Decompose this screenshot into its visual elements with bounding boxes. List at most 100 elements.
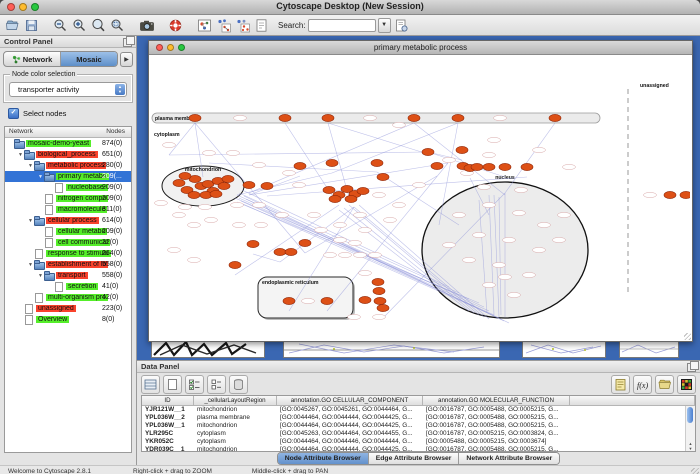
network-edge[interactable] — [377, 172, 459, 225]
attribute-select-button[interactable] — [141, 375, 160, 394]
network-node-label[interactable] — [163, 142, 176, 147]
window-resize-grip[interactable] — [684, 333, 691, 340]
network-node[interactable] — [483, 163, 495, 170]
network-node-label[interactable] — [339, 252, 352, 257]
network-node-label[interactable] — [173, 212, 186, 217]
tree-expander-icon[interactable]: ▼ — [27, 262, 34, 268]
snapshot-button[interactable] — [138, 17, 155, 34]
network-node-label[interactable] — [483, 202, 496, 207]
network-node[interactable] — [218, 182, 230, 189]
network-node-label[interactable] — [393, 202, 406, 207]
network-node[interactable] — [549, 114, 561, 121]
network-node[interactable] — [261, 182, 273, 189]
network-node[interactable] — [422, 148, 434, 155]
app-titlebar[interactable]: Cytoscape Desktop (New Session) — [0, 0, 700, 15]
tree-row[interactable]: unassigned223(0) — [5, 303, 131, 314]
network-node-label[interactable] — [283, 170, 296, 175]
tree-row[interactable]: nucleobase-209(0) — [5, 182, 131, 193]
select-nodes-checkbox[interactable]: ✓ — [8, 108, 19, 119]
tab-mosaic[interactable]: Mosaic — [60, 52, 117, 66]
network-edge[interactable] — [249, 123, 414, 193]
network-node[interactable] — [279, 114, 291, 121]
network-edge[interactable] — [328, 123, 428, 154]
table-row[interactable]: YPL036W__1mitochondrion[GO:0044464, GO:0… — [142, 422, 695, 430]
network-node[interactable] — [299, 239, 311, 246]
network-node-label[interactable] — [334, 237, 347, 242]
table-row[interactable]: YPL036W__2plasma membrane[GO:0044464, GO… — [142, 414, 695, 422]
column-header[interactable]: annotation.GO CELLULAR_COMPONENT — [277, 396, 423, 406]
tree-row[interactable]: ▼cellular process614(0) — [5, 215, 131, 226]
tree-expander-icon[interactable]: ▼ — [37, 174, 44, 180]
tree-row[interactable]: ▼metabolic process280(0) — [5, 160, 131, 171]
tree-row[interactable]: response to stimulu264(0) — [5, 248, 131, 259]
tree-row[interactable]: Overview8(0) — [5, 314, 131, 325]
network-node-label[interactable] — [364, 115, 377, 120]
scrollbar-arrows[interactable]: ▲▼ — [686, 441, 695, 451]
tree-row[interactable]: cellular metabo209(0) — [5, 226, 131, 237]
network-node-label[interactable] — [276, 212, 289, 217]
background-window-fragment[interactable] — [283, 340, 500, 358]
table-row[interactable]: YDR039C__1mitochondrion[GO:0044464, GO:0… — [142, 446, 695, 452]
tab-edge-attribute-browser[interactable]: Edge Attribute Browser — [368, 453, 459, 464]
network-node-label[interactable] — [203, 150, 216, 155]
select-all-attributes-button[interactable] — [185, 375, 204, 394]
network-node-label[interactable] — [563, 164, 576, 169]
tree-row[interactable]: ▼establishment of lo558(0) — [5, 259, 131, 270]
network-node-label[interactable] — [354, 212, 367, 217]
zoom-fit-button[interactable] — [90, 17, 107, 34]
network-node-label[interactable] — [553, 237, 566, 242]
delete-attribute-button[interactable] — [229, 375, 248, 394]
network-node[interactable] — [374, 297, 386, 304]
table-row[interactable]: YJR121W__1mitochondrion[GO:0045267, GO:0… — [142, 406, 695, 414]
save-session-button[interactable] — [23, 17, 40, 34]
network-node[interactable] — [372, 278, 384, 285]
float-panel-icon[interactable] — [123, 38, 132, 47]
zoom-out-button[interactable] — [52, 17, 69, 34]
zoom-in-button[interactable] — [71, 17, 88, 34]
search-input[interactable] — [308, 19, 376, 32]
network-edge[interactable] — [253, 254, 280, 262]
network-node-label[interactable] — [308, 212, 321, 217]
app-resize-grip[interactable] — [691, 468, 699, 474]
tree-expander-icon[interactable]: ▼ — [27, 163, 34, 169]
network-node[interactable] — [408, 114, 420, 121]
formula-button[interactable]: f(x) — [633, 375, 652, 394]
tree-expander-icon[interactable]: ▼ — [37, 273, 44, 279]
tree-expander-icon[interactable]: ▼ — [17, 152, 24, 158]
network-node-label[interactable] — [334, 222, 347, 227]
search-dropdown-button[interactable]: ▼ — [378, 18, 391, 33]
network-node-label[interactable] — [493, 262, 506, 267]
attribute-batch-button[interactable] — [611, 375, 630, 394]
network-node[interactable] — [680, 191, 690, 198]
network-node-label[interactable] — [473, 232, 486, 237]
network-node-label[interactable] — [188, 257, 201, 262]
zoom-selected-button[interactable] — [109, 17, 126, 34]
import-attributes-button[interactable] — [655, 375, 674, 394]
network-node-label[interactable] — [227, 150, 240, 155]
tree-row[interactable]: ▼biological_process651(0) — [5, 149, 131, 160]
network-node-label[interactable] — [483, 282, 496, 287]
network-node-label[interactable] — [373, 314, 386, 319]
network-node[interactable] — [359, 296, 371, 303]
network-node[interactable] — [377, 304, 389, 311]
network-node[interactable] — [189, 114, 201, 121]
network-view-window[interactable]: primary metabolic process plasma membran… — [148, 40, 693, 342]
network-node-label[interactable] — [513, 210, 526, 215]
network-node-label[interactable] — [443, 157, 456, 162]
network-node-label[interactable] — [538, 222, 551, 227]
node-color-dropdown[interactable]: transporter activity ▲▼ — [9, 82, 127, 97]
network-node[interactable] — [345, 195, 357, 202]
network-window-titlebar[interactable]: primary metabolic process — [149, 41, 692, 55]
tab-node-attribute-browser[interactable]: Node Attribute Browser — [278, 453, 368, 464]
network-node-label[interactable] — [179, 204, 192, 209]
network-node[interactable] — [664, 191, 676, 198]
network-node-label[interactable] — [369, 252, 382, 257]
network-node[interactable] — [377, 173, 389, 180]
network-node-label[interactable] — [508, 292, 521, 297]
network-node[interactable] — [222, 175, 234, 182]
network-node-label[interactable] — [359, 227, 372, 232]
network-node[interactable] — [357, 187, 369, 194]
network-node-label[interactable] — [515, 187, 528, 192]
network-node-label[interactable] — [413, 182, 426, 187]
network-node[interactable] — [283, 297, 295, 304]
